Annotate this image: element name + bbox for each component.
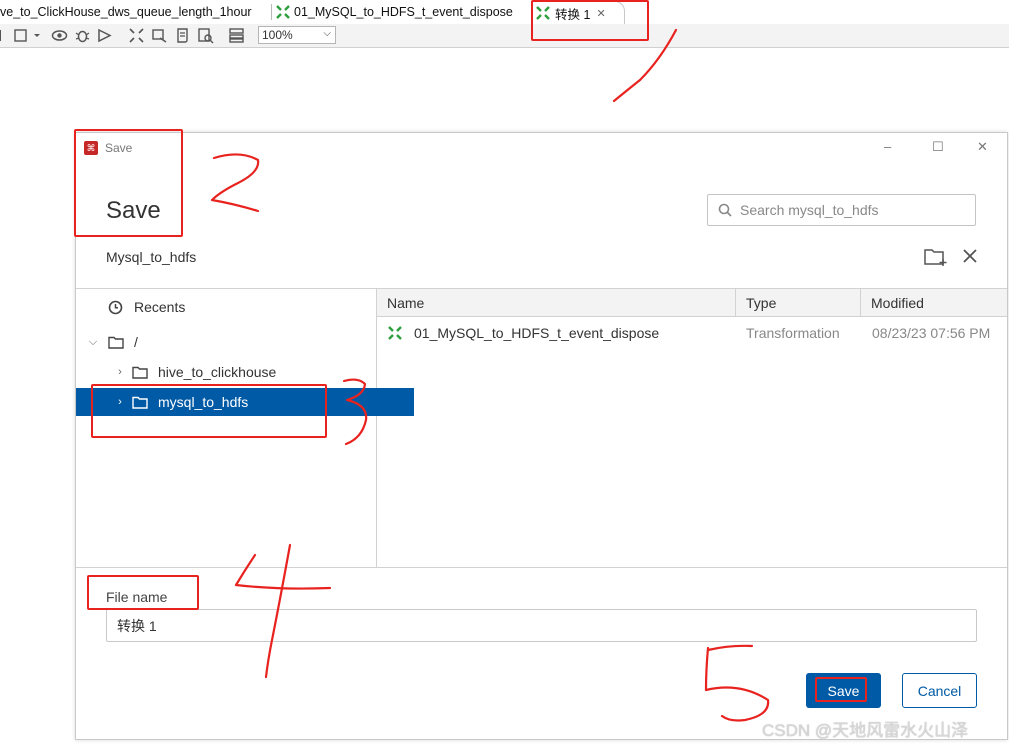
- tree-item-hive-to-clickhouse[interactable]: › hive_to_clickhouse: [76, 358, 414, 386]
- column-header-type[interactable]: Type: [735, 289, 860, 317]
- chevron-down-icon[interactable]: [32, 27, 42, 44]
- verify-icon[interactable]: [128, 27, 145, 44]
- stop-icon[interactable]: [13, 27, 30, 44]
- column-label: Type: [746, 294, 777, 311]
- watermark: CSDN @天地风雷水火山泽: [762, 721, 969, 740]
- cancel-button[interactable]: Cancel: [902, 673, 977, 708]
- divider: [76, 567, 1007, 568]
- column-header-modified[interactable]: Modified: [860, 289, 1007, 317]
- tree-label: hive_to_clickhouse: [158, 364, 277, 380]
- tree-label: /: [134, 334, 138, 350]
- folder-icon: [132, 366, 148, 379]
- new-folder-icon[interactable]: [924, 247, 948, 267]
- file-name-value: 转换 1: [117, 617, 157, 634]
- search-icon: [718, 203, 732, 217]
- column-header-name[interactable]: Name: [377, 289, 735, 317]
- transformation-icon: [276, 5, 290, 19]
- close-icon[interactable]: [962, 247, 978, 265]
- chevron-down-icon: ⌵: [323, 28, 331, 39]
- annotation-box-5: [815, 677, 867, 702]
- search-placeholder: Search mysql_to_hdfs: [740, 202, 879, 218]
- transformation-icon: [388, 326, 402, 340]
- folder-icon: [108, 336, 124, 349]
- file-name: 01_MySQL_to_HDFS_t_event_dispose: [414, 325, 660, 341]
- chevron-down-icon[interactable]: ⌵: [87, 336, 99, 349]
- annotation-box-3: [91, 384, 327, 438]
- replay-icon[interactable]: [96, 27, 113, 44]
- tab-mysql-to-hdfs[interactable]: 01_MySQL_to_HDFS_t_event_dispose: [271, 2, 513, 22]
- editor-tab-strip: ve_to_ClickHouse_dws_queue_length_1hour …: [0, 0, 1009, 25]
- sql-script-icon[interactable]: [174, 27, 191, 44]
- tree-label: Recents: [134, 299, 186, 315]
- zoom-select[interactable]: 100% ⌵: [258, 26, 336, 44]
- search-input[interactable]: Search mysql_to_hdfs: [707, 194, 976, 226]
- annotation-box-4: [87, 575, 199, 610]
- file-modified: 08/23/23 07:56 PM: [872, 325, 991, 341]
- chevron-right-icon[interactable]: ›: [114, 366, 126, 378]
- tab-separator: [271, 4, 272, 20]
- minimize-icon[interactable]: –: [884, 139, 891, 154]
- table-row[interactable]: 01_MySQL_to_HDFS_t_event_dispose Transfo…: [377, 319, 1007, 347]
- annotation-box-2: [74, 129, 183, 237]
- column-label: Modified: [871, 294, 924, 311]
- preview-eye-icon[interactable]: [51, 27, 68, 44]
- zoom-value: 100%: [262, 28, 293, 42]
- debug-bug-icon[interactable]: [74, 27, 91, 44]
- clock-icon: [108, 300, 123, 314]
- maximize-icon[interactable]: ☐: [932, 139, 944, 155]
- tab-hive-to-clickhouse[interactable]: ve_to_ClickHouse_dws_queue_length_1hour: [0, 2, 252, 22]
- file-type: Transformation: [746, 325, 840, 341]
- current-path: Mysql_to_hdfs: [106, 249, 197, 265]
- toolbar: 100% ⌵: [0, 24, 1009, 48]
- tree-item-recents[interactable]: Recents: [76, 293, 408, 321]
- grid-icon[interactable]: [228, 27, 245, 44]
- tree-item-root[interactable]: ⌵ /: [76, 328, 387, 356]
- annotation-box-1: [531, 0, 649, 41]
- close-window-icon[interactable]: ✕: [977, 139, 988, 155]
- impact-icon[interactable]: [151, 27, 168, 44]
- explore-db-icon[interactable]: [197, 27, 214, 44]
- column-label: Name: [387, 294, 425, 311]
- file-name-input[interactable]: 转换 1: [106, 609, 977, 642]
- tab-label: ve_to_ClickHouse_dws_queue_length_1hour: [0, 5, 252, 19]
- tab-label: 01_MySQL_to_HDFS_t_event_dispose: [294, 5, 513, 19]
